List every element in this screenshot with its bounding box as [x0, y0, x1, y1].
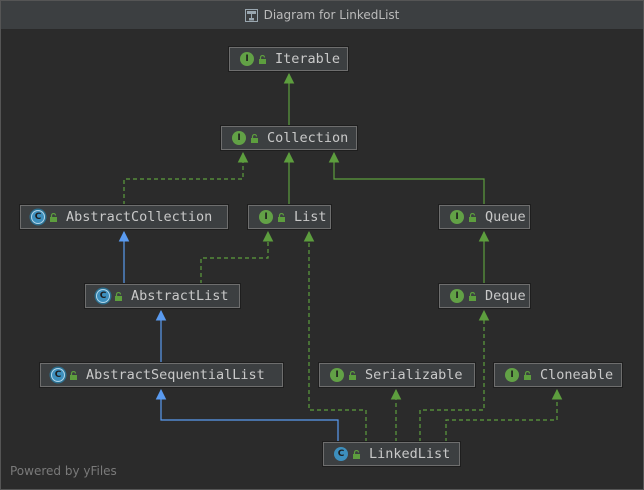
public-lock-icon — [50, 212, 57, 222]
public-lock-icon — [259, 54, 266, 64]
public-lock-icon — [524, 370, 531, 380]
public-lock-icon — [70, 370, 77, 380]
node-collection[interactable]: I Collection — [221, 126, 357, 150]
public-lock-icon — [278, 212, 285, 222]
public-lock-icon — [251, 133, 258, 143]
diagram-canvas[interactable] — [1, 30, 643, 489]
public-lock-icon — [469, 291, 476, 301]
node-queue[interactable]: I Queue — [439, 205, 530, 229]
class-icon: C — [334, 447, 348, 461]
interface-icon: I — [240, 52, 254, 66]
node-linked-list[interactable]: C LinkedList — [323, 442, 460, 466]
abstract-class-icon: C — [96, 289, 110, 303]
node-label: Deque — [485, 288, 526, 304]
interface-icon: I — [232, 131, 246, 145]
node-list[interactable]: I List — [248, 205, 331, 229]
interface-icon: I — [450, 289, 464, 303]
interface-icon: I — [259, 210, 273, 224]
node-label: Collection — [267, 130, 349, 146]
diagram-icon — [244, 8, 258, 22]
abstract-class-icon: C — [31, 210, 45, 224]
node-label: Cloneable — [540, 367, 614, 383]
node-label: LinkedList — [369, 446, 451, 462]
node-abstract-list[interactable]: C AbstractList — [85, 284, 240, 308]
node-abstract-collection[interactable]: C AbstractCollection — [20, 205, 228, 229]
node-cloneable[interactable]: I Cloneable — [494, 363, 622, 387]
node-iterable[interactable]: I Iterable — [229, 47, 348, 71]
node-abstract-sequential-list[interactable]: C AbstractSequentialList — [40, 363, 283, 387]
interface-icon: I — [450, 210, 464, 224]
public-lock-icon — [469, 212, 476, 222]
node-label: AbstractList — [131, 288, 229, 304]
powered-by-label: Powered by yFiles — [10, 464, 117, 478]
diagram-window: Diagram for LinkedList — [0, 0, 644, 490]
node-label: Iterable — [275, 51, 341, 67]
public-lock-icon — [115, 291, 122, 301]
node-serializable[interactable]: I Serializable — [319, 363, 475, 387]
interface-icon: I — [330, 368, 344, 382]
public-lock-icon — [349, 370, 356, 380]
node-label: AbstractSequentialList — [86, 367, 265, 383]
node-label: List — [294, 209, 327, 225]
node-label: Queue — [485, 209, 526, 225]
window-titlebar[interactable]: Diagram for LinkedList — [1, 1, 643, 30]
node-deque[interactable]: I Deque — [439, 284, 530, 308]
public-lock-icon — [353, 449, 360, 459]
window-title: Diagram for LinkedList — [263, 8, 400, 22]
abstract-class-icon: C — [51, 368, 65, 382]
node-label: Serializable — [365, 367, 463, 383]
interface-icon: I — [505, 368, 519, 382]
node-label: AbstractCollection — [66, 209, 213, 225]
